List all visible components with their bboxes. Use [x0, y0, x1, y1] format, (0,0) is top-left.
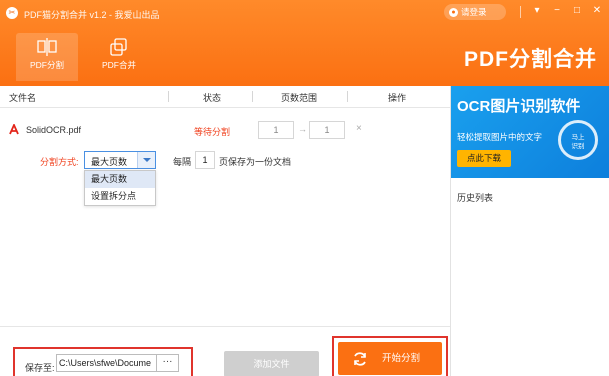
ad-badge-text: 马上 识别 [571, 134, 585, 150]
split-mode-select[interactable]: 最大页数 [84, 151, 156, 169]
column-divider [252, 91, 253, 102]
dropdown-option-max-pages[interactable]: 最大页数 [85, 171, 155, 188]
split-mode-dropdown: 最大页数 设置拆分点 [84, 170, 156, 206]
ad-title: OCR图片识别软件 [457, 98, 581, 115]
user-icon: ● [449, 8, 458, 18]
arrow-right-icon: → [298, 124, 307, 134]
range-start-input[interactable]: 1 [258, 121, 294, 139]
refresh-icon [354, 352, 366, 366]
column-divider [347, 91, 348, 102]
save-path-input[interactable]: C:\Users\sfwe\Docume [56, 354, 157, 372]
ad-subtitle: 轻松提取图片中的文字 [457, 132, 543, 142]
col-status: 状态 [203, 93, 222, 103]
minimize-button[interactable]: − [550, 4, 564, 18]
ad-badge: 马上 识别 [558, 120, 598, 160]
file-table-header: 文件名 状态 页数范围 操作 [0, 86, 450, 108]
chevron-down-icon[interactable] [137, 152, 155, 168]
table-row: SolidOCR.pdf 等待分割 1 → 1 × [0, 112, 450, 146]
start-button-highlight: 开始分割 [332, 336, 448, 376]
save-location-group: 保存至: C:\Users\sfwe\Docume ··· [13, 347, 193, 376]
start-split-label: 开始分割 [382, 353, 421, 364]
dropdown-option-split-points[interactable]: 设置拆分点 [85, 188, 155, 205]
login-button[interactable]: ● 请登录 [444, 4, 506, 20]
status-text: 等待分割 [194, 127, 231, 137]
tab-pdf-split[interactable]: PDF分割 [16, 33, 78, 81]
ocr-ad-banner[interactable]: OCR图片识别软件 轻松提取图片中的文字 点此下载 马上 识别 [451, 86, 609, 178]
side-panel: OCR图片识别软件 轻松提取图片中的文字 点此下载 马上 识别 历史列表 [450, 86, 609, 376]
per-suffix-label: 页保存为一份文档 [219, 157, 292, 167]
close-button[interactable]: ✕ [590, 4, 604, 18]
col-page-range: 页数范围 [281, 93, 318, 103]
bottom-bar: 保存至: C:\Users\sfwe\Docume ··· 添加文件 开始分割 [0, 326, 450, 376]
select-value: 最大页数 [91, 157, 128, 167]
range-end-input[interactable]: 1 [309, 121, 345, 139]
pages-per-file-input[interactable]: 1 [195, 151, 215, 169]
app-logo-icon: ✂ [6, 7, 18, 19]
login-label: 请登录 [461, 7, 487, 17]
col-file-name: 文件名 [9, 93, 37, 103]
save-to-label: 保存至: [25, 363, 55, 373]
add-file-button[interactable]: 添加文件 [224, 351, 319, 376]
merge-icon [110, 38, 127, 56]
start-split-button[interactable]: 开始分割 [338, 342, 442, 375]
tab-label: PDF分割 [29, 60, 64, 70]
per-label: 每隔 [173, 157, 192, 167]
tab-label: PDF合并 [101, 60, 136, 70]
history-list-label: 历史列表 [457, 193, 494, 203]
split-icon [37, 38, 57, 56]
menu-dropdown-button[interactable]: ▾ [530, 4, 544, 18]
delete-button[interactable]: × [356, 123, 362, 134]
titlebar-divider [520, 6, 521, 18]
pdf-file-icon [9, 124, 19, 135]
browse-button[interactable]: ··· [157, 354, 179, 372]
split-options: 分割方式: 最大页数 每隔 1 页保存为一份文档 [0, 148, 450, 172]
maximize-button[interactable]: □ [570, 4, 584, 18]
tab-pdf-merge[interactable]: PDF合并 [88, 33, 150, 81]
title-bar: ✂ PDF猫分割合并 v1.2 - 我爱山出品 ● 请登录 ▾ − □ ✕ PDF… [0, 0, 609, 86]
brand-title: PDF分割合并 [464, 48, 597, 71]
ad-download-button[interactable]: 点此下载 [457, 150, 511, 167]
app-title: PDF猫分割合并 v1.2 - 我爱山出品 [24, 10, 160, 20]
col-actions: 操作 [388, 93, 407, 103]
file-name: SolidOCR.pdf [26, 125, 82, 135]
column-divider [168, 91, 169, 102]
split-mode-label: 分割方式: [40, 157, 79, 167]
